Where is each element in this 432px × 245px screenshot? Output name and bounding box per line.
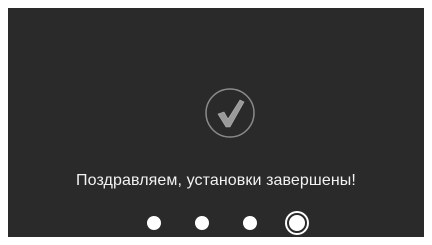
- checkmark-circle-icon: [203, 86, 257, 140]
- page-dot-2: [195, 216, 209, 230]
- page-dot-4-active: [287, 213, 307, 233]
- page-dot-3: [243, 216, 257, 230]
- completion-message: Поздравляем, установки завершены!: [76, 172, 356, 189]
- setup-complete-screen: Поздравляем, установки завершены!: [8, 8, 424, 237]
- page-dot-1: [147, 216, 161, 230]
- page-indicator: [8, 213, 424, 233]
